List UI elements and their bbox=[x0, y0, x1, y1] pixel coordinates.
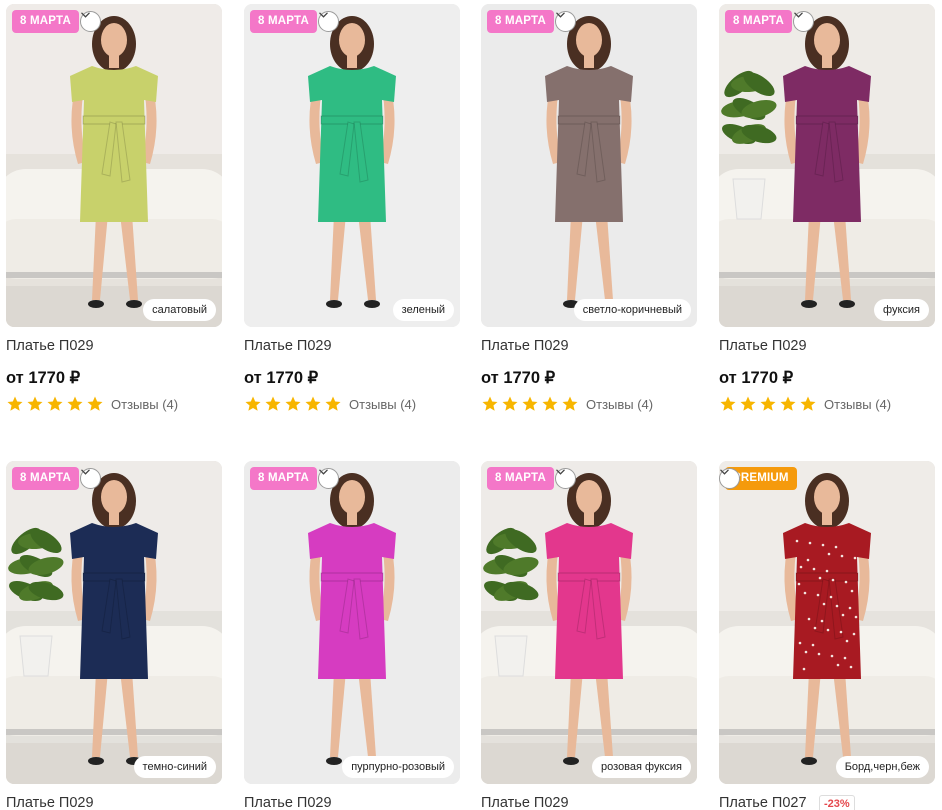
product-price: от 1770 ₽ bbox=[244, 369, 319, 387]
variants-toggle-button[interactable] bbox=[318, 11, 339, 32]
product-name-link[interactable]: Платье П027 bbox=[719, 795, 807, 810]
reviews-link[interactable]: Отзывы (4) bbox=[586, 397, 653, 412]
variants-toggle-button[interactable] bbox=[555, 468, 576, 489]
star-icon bbox=[502, 396, 518, 411]
variants-toggle-button[interactable] bbox=[555, 11, 576, 32]
holiday-badge: 8 МАРТА bbox=[725, 10, 792, 33]
chevron-down-icon bbox=[720, 469, 729, 475]
color-label: фуксия bbox=[874, 299, 929, 321]
chevron-down-icon bbox=[556, 12, 565, 18]
holiday-badge: 8 МАРТА bbox=[12, 467, 79, 490]
chevron-down-icon bbox=[81, 12, 90, 18]
product-photo[interactable]: 8 МАРТА пурпурно-розовый bbox=[244, 461, 460, 784]
product-photo[interactable]: 8 МАРТА зеленый bbox=[244, 4, 460, 327]
product-name-link[interactable]: Платье П029 bbox=[6, 338, 94, 354]
rating: Отзывы (4) bbox=[481, 395, 653, 413]
chevron-down-icon bbox=[81, 469, 90, 475]
holiday-badge: 8 МАРТА bbox=[12, 10, 79, 33]
chevron-down-icon bbox=[794, 12, 803, 18]
reviews-link[interactable]: Отзывы (4) bbox=[349, 397, 416, 412]
reviews-link[interactable]: Отзывы (4) bbox=[111, 397, 178, 412]
star-icon bbox=[325, 396, 341, 411]
variants-toggle-button[interactable] bbox=[80, 11, 101, 32]
variants-toggle-button[interactable] bbox=[793, 11, 814, 32]
star-icon bbox=[27, 396, 43, 411]
rating: Отзывы (4) bbox=[244, 395, 416, 413]
star-icon bbox=[542, 396, 558, 411]
star-icon bbox=[780, 396, 796, 411]
holiday-badge: 8 МАРТА bbox=[487, 467, 554, 490]
product-image bbox=[244, 461, 460, 784]
product-photo[interactable]: 8 МАРТА светло-коричневый bbox=[481, 4, 697, 327]
product-photo[interactable]: 8 МАРТА темно-синий bbox=[6, 461, 222, 784]
product-name-link[interactable]: Платье П029 bbox=[244, 795, 332, 810]
star-icon bbox=[87, 396, 103, 411]
star-icon bbox=[720, 396, 736, 411]
product-name-link[interactable]: Платье П029 bbox=[481, 338, 569, 354]
star-icon bbox=[47, 396, 63, 411]
color-label: светло-коричневый bbox=[573, 299, 691, 321]
color-label: темно-синий bbox=[133, 756, 216, 778]
star-icon bbox=[7, 396, 23, 411]
chevron-down-icon bbox=[319, 469, 328, 475]
chevron-down-icon bbox=[556, 469, 565, 475]
star-icon bbox=[67, 396, 83, 411]
star-icon bbox=[562, 396, 578, 411]
product-photo[interactable]: 8 МАРТА розовая фуксия bbox=[481, 461, 697, 784]
reviews-link[interactable]: Отзывы (4) bbox=[824, 397, 891, 412]
product-price: от 1770 ₽ bbox=[481, 369, 556, 387]
star-icon bbox=[245, 396, 261, 411]
star-icon bbox=[522, 396, 538, 411]
star-icon bbox=[265, 396, 281, 411]
holiday-badge: 8 МАРТА bbox=[250, 10, 317, 33]
holiday-badge: 8 МАРТА bbox=[250, 467, 317, 490]
product-image bbox=[719, 461, 935, 784]
rating: Отзывы (4) bbox=[6, 395, 178, 413]
discount-badge: -23% bbox=[819, 795, 855, 810]
variants-toggle-button[interactable] bbox=[318, 468, 339, 489]
color-label: Борд,черн,беж bbox=[835, 756, 929, 778]
product-name-link[interactable]: Платье П029 bbox=[719, 338, 807, 354]
star-icon bbox=[740, 396, 756, 411]
product-photo[interactable]: PREMIUM Борд,черн,беж bbox=[719, 461, 935, 784]
color-label: зеленый bbox=[392, 299, 454, 321]
variants-toggle-button[interactable] bbox=[719, 468, 740, 489]
product-image bbox=[481, 4, 697, 327]
product-image bbox=[6, 461, 222, 784]
star-icon bbox=[482, 396, 498, 411]
star-icon bbox=[305, 396, 321, 411]
star-icon bbox=[800, 396, 816, 411]
chevron-down-icon bbox=[319, 12, 328, 18]
product-image bbox=[481, 461, 697, 784]
product-price: от 1770 ₽ bbox=[719, 369, 794, 387]
star-icon bbox=[285, 396, 301, 411]
color-label: салатовый bbox=[143, 299, 216, 321]
product-name-link[interactable]: Платье П029 bbox=[481, 795, 569, 810]
product-price: от 1770 ₽ bbox=[6, 369, 81, 387]
rating: Отзывы (4) bbox=[719, 395, 891, 413]
variants-toggle-button[interactable] bbox=[80, 468, 101, 489]
product-photo[interactable]: 8 МАРТА салатовый bbox=[6, 4, 222, 327]
product-photo[interactable]: 8 МАРТА фуксия bbox=[719, 4, 935, 327]
star-icon bbox=[760, 396, 776, 411]
product-image bbox=[6, 4, 222, 327]
product-name-link[interactable]: Платье П029 bbox=[6, 795, 94, 810]
product-grid: 8 МАРТА салатовый Платье П029 от 1770 ₽ Отзы… bbox=[0, 0, 942, 810]
holiday-badge: 8 МАРТА bbox=[487, 10, 554, 33]
product-image bbox=[719, 4, 935, 327]
product-image bbox=[244, 4, 460, 327]
color-label: розовая фуксия bbox=[592, 756, 691, 778]
color-label: пурпурно-розовый bbox=[342, 756, 454, 778]
product-name-link[interactable]: Платье П029 bbox=[244, 338, 332, 354]
